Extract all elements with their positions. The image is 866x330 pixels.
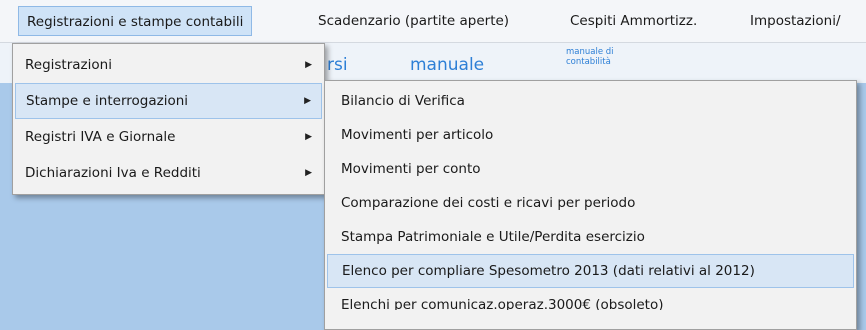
menu-item-elenco-spesometro[interactable]: Elenco per compliare Spesometro 2013 (da… — [327, 254, 854, 288]
menu-impostazioni[interactable]: Impostazioni/ — [742, 6, 849, 36]
submenu-arrow-icon: ▶ — [305, 168, 312, 178]
menu-item-movimenti-conto[interactable]: Movimenti per conto — [327, 152, 854, 186]
partial-link[interactable]: rsi — [327, 55, 348, 75]
menu-scadenzario[interactable]: Scadenzario (partite aperte) — [310, 6, 517, 36]
menu-registrazioni-stampe[interactable]: Registrazioni e stampe contabili — [18, 6, 253, 36]
menu-item-label: Stampe e interrogazioni — [26, 93, 189, 109]
menu-item-registri-iva-giornale[interactable]: Registri IVA e Giornale ▶ — [15, 119, 322, 155]
menu-item-stampa-patrimoniale[interactable]: Stampa Patrimoniale e Utile/Perdita eser… — [327, 220, 854, 254]
manuale-link[interactable]: manuale — [410, 55, 484, 75]
menu-item-registrazioni[interactable]: Registrazioni ▶ — [15, 47, 322, 83]
dropdown-menu-registrazioni: Registrazioni ▶ Stampe e interrogazioni … — [12, 43, 325, 195]
submenu-arrow-icon: ▶ — [304, 96, 311, 106]
menu-item-dichiarazioni-iva-redditi[interactable]: Dichiarazioni Iva e Redditi ▶ — [15, 155, 322, 191]
menu-item-stampe-interrogazioni[interactable]: Stampe e interrogazioni ▶ — [15, 83, 322, 119]
menu-item-bilancio-verifica[interactable]: Bilancio di Verifica — [327, 84, 854, 118]
menu-cespiti[interactable]: Cespiti Ammortizz. — [562, 6, 705, 36]
submenu-arrow-icon: ▶ — [305, 60, 312, 70]
menu-bar: Registrazioni e stampe contabili Scadenz… — [0, 0, 866, 43]
menu-item-label: Dichiarazioni Iva e Redditi — [25, 165, 201, 181]
menu-item-movimenti-articolo[interactable]: Movimenti per articolo — [327, 118, 854, 152]
submenu-stampe-interrogazioni: Bilancio di Verifica Movimenti per artic… — [324, 80, 857, 330]
submenu-arrow-icon: ▶ — [305, 132, 312, 142]
menu-item-comparazione-costi-ricavi[interactable]: Comparazione dei costi e ricavi per peri… — [327, 186, 854, 220]
menu-item-label: Registrazioni — [25, 57, 112, 73]
menu-item-label: Registri IVA e Giornale — [25, 129, 176, 145]
menu-item-elenchi-comunicaz[interactable]: Elenchi per comunicaz.operaz.3000€ (obso… — [327, 288, 854, 310]
manuale-contabilita-link[interactable]: manuale di contabilità — [566, 47, 656, 67]
